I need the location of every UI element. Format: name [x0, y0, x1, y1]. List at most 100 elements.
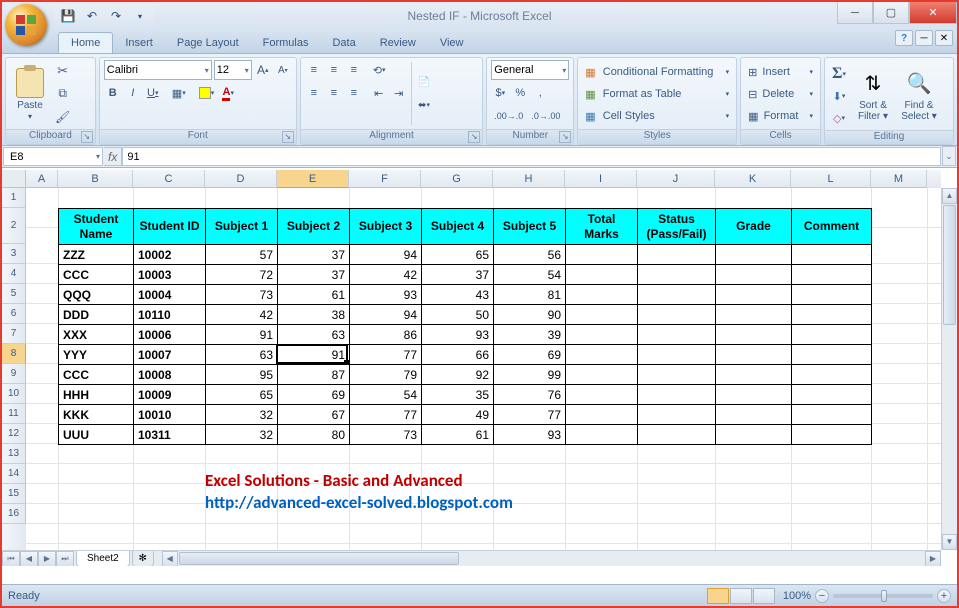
scroll-left-icon[interactable]: ◀	[162, 551, 178, 566]
table-cell[interactable]	[792, 365, 872, 385]
view-page-break-button[interactable]	[753, 588, 775, 604]
table-cell[interactable]: 81	[494, 285, 566, 305]
sheet-tab[interactable]: Sheet2	[76, 551, 130, 567]
table-cell[interactable]: 54	[494, 265, 566, 285]
col-header-I[interactable]: I	[565, 170, 637, 188]
table-cell[interactable]	[792, 325, 872, 345]
table-cell[interactable]	[566, 425, 638, 445]
col-header-M[interactable]: M	[871, 170, 927, 188]
fill-color-button[interactable]: ▾	[196, 83, 218, 103]
table-cell[interactable]: 56	[494, 245, 566, 265]
table-cell[interactable]	[716, 345, 792, 365]
table-cell[interactable]: 79	[350, 365, 422, 385]
zoom-slider[interactable]	[833, 594, 933, 598]
delete-cells-button[interactable]: ⊟ Delete ▾	[745, 84, 816, 104]
table-cell[interactable]: 37	[278, 245, 350, 265]
scroll-down-icon[interactable]: ▼	[942, 534, 957, 550]
col-header-C[interactable]: C	[133, 170, 205, 188]
table-cell[interactable]	[566, 285, 638, 305]
name-box[interactable]: E8▾	[3, 147, 103, 166]
table-cell[interactable]	[566, 265, 638, 285]
cut-button[interactable]: ✂	[52, 61, 73, 81]
save-icon[interactable]: 💾	[60, 8, 76, 24]
table-cell[interactable]: 77	[350, 345, 422, 365]
table-cell[interactable]	[792, 405, 872, 425]
new-sheet-tab-icon[interactable]: ✻	[132, 551, 154, 567]
office-button[interactable]	[5, 4, 47, 46]
col-header-L[interactable]: L	[791, 170, 871, 188]
table-cell[interactable]: 32	[206, 425, 278, 445]
decrease-decimal-button[interactable]: .0→.00	[528, 106, 563, 126]
table-cell[interactable]: 65	[422, 245, 494, 265]
formula-input[interactable]: 91	[122, 147, 941, 166]
table-cell[interactable]: 42	[206, 305, 278, 325]
table-cell[interactable]	[566, 365, 638, 385]
sort-filter-button[interactable]: ⇅ Sort & Filter ▾	[851, 60, 895, 128]
table-cell[interactable]	[792, 345, 872, 365]
percent-button[interactable]: %	[511, 83, 529, 103]
table-cell[interactable]: 10002	[134, 245, 206, 265]
table-cell[interactable]	[638, 265, 716, 285]
format-as-table-button[interactable]: ▦ Format as Table ▾	[582, 84, 732, 104]
wrap-text-button[interactable]: 📄	[415, 72, 433, 92]
zoom-out-button[interactable]: −	[815, 589, 829, 603]
number-launcher-icon[interactable]: ↘	[559, 131, 571, 143]
table-cell[interactable]	[638, 305, 716, 325]
worksheet-grid[interactable]: ABCDEFGHIJKLM 12345678910111213141516 St…	[2, 170, 957, 566]
fill-button[interactable]: ⬇ ▾	[829, 86, 849, 106]
table-cell[interactable]: 95	[206, 365, 278, 385]
table-cell[interactable]	[638, 425, 716, 445]
find-select-button[interactable]: 🔍 Find & Select ▾	[897, 60, 941, 128]
table-cell[interactable]	[716, 265, 792, 285]
table-cell[interactable]: 73	[206, 285, 278, 305]
hscroll-thumb[interactable]	[179, 552, 459, 565]
table-cell[interactable]: 94	[350, 245, 422, 265]
tab-page-layout[interactable]: Page Layout	[165, 33, 251, 53]
table-cell[interactable]: 49	[422, 405, 494, 425]
table-cell[interactable]	[792, 305, 872, 325]
format-painter-button[interactable]: 🖌	[52, 107, 73, 127]
table-cell[interactable]	[792, 245, 872, 265]
table-cell[interactable]	[716, 365, 792, 385]
decrease-indent-button[interactable]: ⇤	[370, 83, 388, 103]
table-header[interactable]: Subject 3	[350, 209, 422, 245]
cells-area[interactable]: Student NameStudent IDSubject 1Subject 2…	[26, 188, 941, 550]
table-cell[interactable]: 69	[494, 345, 566, 365]
table-cell[interactable]	[638, 285, 716, 305]
increase-indent-button[interactable]: ⇥	[390, 83, 408, 103]
minimize-button[interactable]: ─	[837, 2, 873, 24]
table-header[interactable]: Total Marks	[566, 209, 638, 245]
table-cell[interactable]: DDD	[59, 305, 134, 325]
table-cell[interactable]: 54	[350, 385, 422, 405]
fx-icon[interactable]: fx	[108, 150, 117, 164]
zoom-slider-knob[interactable]	[881, 590, 887, 602]
tab-data[interactable]: Data	[320, 33, 367, 53]
table-cell[interactable]: HHH	[59, 385, 134, 405]
row-header-10[interactable]: 10	[2, 384, 26, 404]
row-header-11[interactable]: 11	[2, 404, 26, 424]
table-cell[interactable]	[716, 405, 792, 425]
view-normal-button[interactable]	[707, 588, 729, 604]
table-cell[interactable]: 63	[206, 345, 278, 365]
paste-button[interactable]: Paste▾	[10, 60, 50, 127]
table-cell[interactable]	[792, 265, 872, 285]
table-cell[interactable]: 37	[422, 265, 494, 285]
table-cell[interactable]: 37	[278, 265, 350, 285]
clear-button[interactable]: ◇ ▾	[829, 108, 849, 128]
table-cell[interactable]: 10009	[134, 385, 206, 405]
table-header[interactable]: Subject 1	[206, 209, 278, 245]
table-cell[interactable]: 94	[350, 305, 422, 325]
table-cell[interactable]: 35	[422, 385, 494, 405]
merge-center-button[interactable]: ⬌ ▾	[415, 95, 433, 115]
table-cell[interactable]	[716, 385, 792, 405]
align-top-button[interactable]: ≡	[305, 60, 323, 80]
table-cell[interactable]	[792, 425, 872, 445]
table-cell[interactable]: 76	[494, 385, 566, 405]
table-cell[interactable]: 93	[494, 425, 566, 445]
table-cell[interactable]: 86	[350, 325, 422, 345]
select-all-corner[interactable]	[2, 170, 26, 188]
table-cell[interactable]: 92	[422, 365, 494, 385]
table-cell[interactable]: 10008	[134, 365, 206, 385]
table-header[interactable]: Status (Pass/Fail)	[638, 209, 716, 245]
sheet-nav-prev-icon[interactable]: ◀	[20, 551, 38, 567]
